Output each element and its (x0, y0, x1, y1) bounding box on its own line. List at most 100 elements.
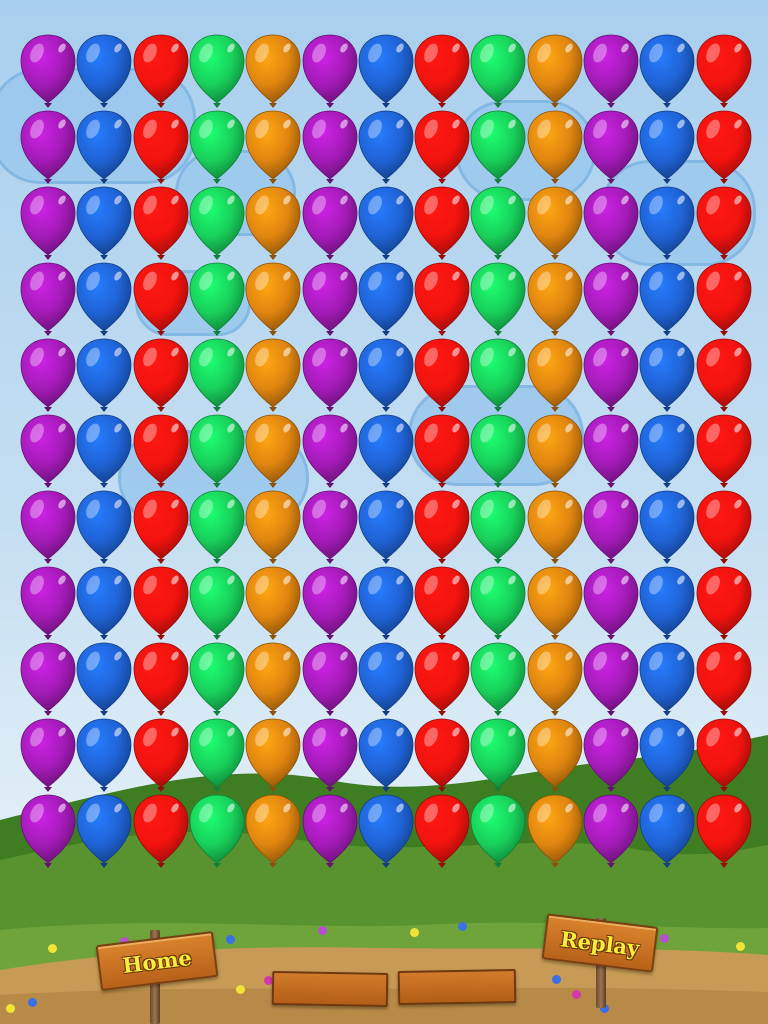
balloon-purple[interactable] (300, 185, 360, 261)
balloon-orange[interactable] (243, 33, 303, 109)
balloon-purple[interactable] (18, 413, 78, 489)
balloon-red[interactable] (412, 261, 472, 337)
balloon-green[interactable] (187, 109, 247, 185)
balloon-blue[interactable] (637, 185, 697, 261)
balloon-green[interactable] (187, 337, 247, 413)
balloon-purple[interactable] (18, 793, 78, 869)
balloon-purple[interactable] (581, 413, 641, 489)
balloon-green[interactable] (187, 489, 247, 565)
balloon-purple[interactable] (18, 261, 78, 337)
balloon-blue[interactable] (637, 641, 697, 717)
balloon-green[interactable] (187, 261, 247, 337)
balloon-red[interactable] (694, 489, 754, 565)
balloon-blue[interactable] (637, 413, 697, 489)
balloon-blue[interactable] (74, 793, 134, 869)
balloon-blue[interactable] (74, 565, 134, 641)
balloon-red[interactable] (694, 337, 754, 413)
balloon-orange[interactable] (243, 261, 303, 337)
balloon-blue[interactable] (74, 109, 134, 185)
balloon-green[interactable] (187, 793, 247, 869)
balloon-blue[interactable] (356, 793, 416, 869)
balloon-green[interactable] (187, 641, 247, 717)
balloon-purple[interactable] (18, 717, 78, 793)
balloon-red[interactable] (131, 109, 191, 185)
balloon-purple[interactable] (300, 33, 360, 109)
balloon-orange[interactable] (243, 641, 303, 717)
balloon-blue[interactable] (74, 337, 134, 413)
balloon-orange[interactable] (525, 261, 585, 337)
balloon-purple[interactable] (18, 33, 78, 109)
balloon-blue[interactable] (356, 109, 416, 185)
balloon-purple[interactable] (300, 565, 360, 641)
balloon-blue[interactable] (356, 337, 416, 413)
balloon-orange[interactable] (525, 565, 585, 641)
balloon-blue[interactable] (74, 641, 134, 717)
balloon-purple[interactable] (18, 185, 78, 261)
balloon-blue[interactable] (637, 565, 697, 641)
balloon-purple[interactable] (300, 489, 360, 565)
balloon-orange[interactable] (525, 185, 585, 261)
balloon-purple[interactable] (581, 109, 641, 185)
balloon-orange[interactable] (243, 793, 303, 869)
balloon-blue[interactable] (637, 337, 697, 413)
balloon-red[interactable] (694, 185, 754, 261)
balloon-blue[interactable] (74, 261, 134, 337)
balloon-blue[interactable] (637, 717, 697, 793)
balloon-red[interactable] (694, 793, 754, 869)
balloon-orange[interactable] (243, 185, 303, 261)
balloon-purple[interactable] (581, 337, 641, 413)
balloon-green[interactable] (468, 489, 528, 565)
balloon-green[interactable] (468, 565, 528, 641)
balloon-red[interactable] (412, 717, 472, 793)
balloon-blue[interactable] (74, 489, 134, 565)
balloon-green[interactable] (468, 717, 528, 793)
balloon-orange[interactable] (525, 109, 585, 185)
balloon-purple[interactable] (581, 33, 641, 109)
balloon-green[interactable] (468, 185, 528, 261)
balloon-blue[interactable] (356, 641, 416, 717)
balloon-orange[interactable] (525, 33, 585, 109)
balloon-blue[interactable] (356, 185, 416, 261)
balloon-orange[interactable] (525, 641, 585, 717)
balloon-green[interactable] (468, 109, 528, 185)
balloon-purple[interactable] (300, 337, 360, 413)
balloon-blue[interactable] (74, 185, 134, 261)
balloon-blue[interactable] (356, 33, 416, 109)
balloon-purple[interactable] (581, 261, 641, 337)
balloon-red[interactable] (412, 565, 472, 641)
balloon-green[interactable] (468, 33, 528, 109)
balloon-purple[interactable] (581, 717, 641, 793)
balloon-purple[interactable] (581, 793, 641, 869)
balloon-red[interactable] (131, 261, 191, 337)
balloon-red[interactable] (131, 793, 191, 869)
balloon-purple[interactable] (300, 793, 360, 869)
balloon-red[interactable] (412, 185, 472, 261)
balloon-red[interactable] (412, 109, 472, 185)
balloon-orange[interactable] (525, 337, 585, 413)
balloon-red[interactable] (131, 641, 191, 717)
balloon-red[interactable] (694, 641, 754, 717)
balloon-red[interactable] (694, 413, 754, 489)
balloon-orange[interactable] (243, 489, 303, 565)
balloon-green[interactable] (468, 337, 528, 413)
balloon-green[interactable] (468, 641, 528, 717)
balloon-purple[interactable] (300, 109, 360, 185)
balloon-red[interactable] (694, 717, 754, 793)
balloon-purple[interactable] (18, 109, 78, 185)
balloon-purple[interactable] (581, 565, 641, 641)
balloon-red[interactable] (412, 489, 472, 565)
balloon-purple[interactable] (18, 489, 78, 565)
balloon-purple[interactable] (581, 641, 641, 717)
balloon-blue[interactable] (637, 793, 697, 869)
balloon-orange[interactable] (243, 413, 303, 489)
balloon-orange[interactable] (525, 489, 585, 565)
balloon-red[interactable] (131, 33, 191, 109)
balloon-green[interactable] (187, 717, 247, 793)
balloon-purple[interactable] (18, 641, 78, 717)
balloon-red[interactable] (131, 413, 191, 489)
balloon-red[interactable] (412, 337, 472, 413)
balloon-purple[interactable] (581, 489, 641, 565)
balloon-orange[interactable] (243, 717, 303, 793)
balloon-blue[interactable] (356, 489, 416, 565)
balloon-orange[interactable] (243, 565, 303, 641)
